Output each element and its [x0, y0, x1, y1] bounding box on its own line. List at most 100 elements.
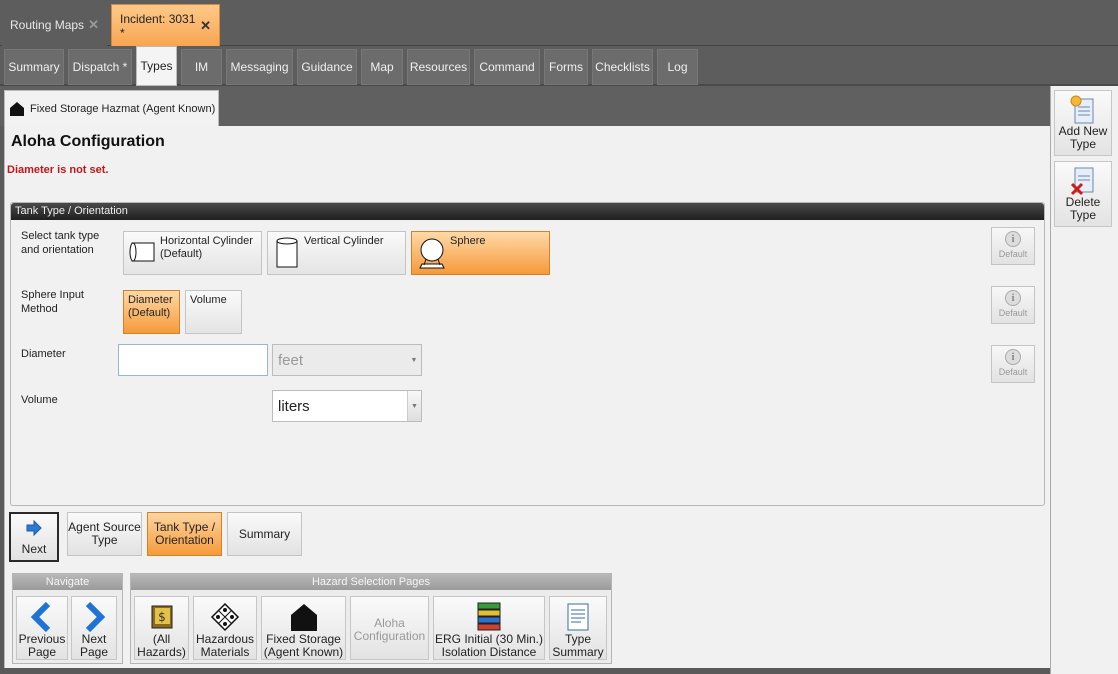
- option-label: Sphere: [450, 235, 486, 247]
- fixed-storage-button[interactable]: Fixed Storage (Agent Known): [261, 596, 346, 660]
- button-label: (All Hazards): [137, 632, 186, 659]
- option-label: Volume: [190, 294, 227, 306]
- hazmat-diamond-icon: [210, 602, 240, 631]
- agent-source-type-button[interactable]: Agent Source Type: [67, 512, 142, 556]
- diameter-method-button[interactable]: Diameter (Default): [123, 290, 180, 334]
- books-stack-icon: [477, 602, 501, 630]
- add-new-type-button[interactable]: Add New Type: [1054, 90, 1112, 156]
- volume-label: Volume: [21, 394, 58, 406]
- tab-map[interactable]: Map: [361, 49, 403, 85]
- tab-checklists[interactable]: Checklists: [592, 49, 653, 85]
- button-label: ERG Initial (30 Min.) Isolation Distance: [434, 632, 544, 659]
- svg-text:$: $: [158, 610, 166, 624]
- button-label: Next Page: [79, 632, 109, 659]
- main-panel: Aloha Configuration Diameter is not set.…: [4, 126, 1050, 668]
- tab-label: Incident: 3031 *: [120, 11, 196, 40]
- diameter-label: Diameter: [21, 348, 66, 360]
- type-tab-label: Fixed Storage Hazmat (Agent Known): [30, 102, 216, 115]
- sphere-tank-icon: [419, 238, 445, 269]
- diameter-input[interactable]: [118, 344, 268, 376]
- tank-type-label: Select tank type and orientation: [21, 230, 100, 256]
- all-hazards-button[interactable]: $ (All Hazards): [134, 596, 189, 660]
- next-page-button[interactable]: Next Page: [71, 596, 117, 660]
- side-panel: Add New Type Delete Type: [1050, 86, 1118, 674]
- type-summary-button[interactable]: Type Summary: [549, 596, 607, 660]
- tab-im[interactable]: IM: [181, 49, 222, 85]
- tab-routing-maps[interactable]: Routing Maps ✕: [2, 4, 107, 46]
- validation-error: Diameter is not set.: [7, 164, 109, 176]
- tab-log[interactable]: Log: [657, 49, 698, 85]
- tab-incident[interactable]: Incident: 3031 * ✕: [111, 4, 220, 46]
- chevron-down-icon: ▼: [407, 391, 421, 421]
- erg-initial-isolation-button[interactable]: ERG Initial (30 Min.) Isolation Distance: [433, 596, 545, 660]
- default-button[interactable]: i Default: [991, 345, 1035, 383]
- navigate-group: Navigate Previous Page Next Page: [12, 573, 123, 664]
- building-icon: [290, 603, 317, 631]
- select-value: feet: [278, 351, 304, 369]
- tank-type-orientation-button[interactable]: Tank Type / Orientation: [147, 512, 222, 556]
- option-label: Horizontal Cylinder (Default): [160, 235, 253, 260]
- summary-button[interactable]: Summary: [227, 512, 302, 556]
- option-label: Vertical Cylinder: [304, 235, 384, 247]
- button-label: Hazardous Materials: [195, 632, 255, 659]
- tab-resources[interactable]: Resources: [407, 49, 470, 85]
- default-button[interactable]: i Default: [991, 227, 1035, 265]
- default-label: Default: [998, 308, 1028, 318]
- add-document-icon: [1070, 95, 1094, 124]
- close-icon[interactable]: ✕: [200, 18, 211, 34]
- tab-guidance[interactable]: Guidance: [297, 49, 357, 85]
- info-icon: i: [1005, 349, 1021, 365]
- aloha-configuration-button[interactable]: Aloha Configuration: [350, 596, 429, 660]
- hazardous-materials-button[interactable]: Hazardous Materials: [193, 596, 257, 660]
- option-label: Diameter (Default): [128, 294, 173, 319]
- info-icon: i: [1005, 290, 1021, 306]
- document-icon: [567, 603, 589, 630]
- building-icon: [10, 101, 24, 116]
- button-label: Fixed Storage (Agent Known): [263, 632, 344, 659]
- book-icon: $: [151, 605, 172, 628]
- hazard-selection-group: Hazard Selection Pages $ (All Hazards) H…: [130, 573, 612, 664]
- vertical-cylinder-button[interactable]: Vertical Cylinder: [267, 231, 406, 275]
- group-header: Navigate: [13, 574, 122, 590]
- default-label: Default: [998, 367, 1028, 377]
- diameter-unit-select: feet ▼: [272, 344, 422, 376]
- incident-section-tabs: Summary Dispatch * Types IM Messaging Gu…: [0, 46, 1118, 86]
- button-label: Add New Type: [1058, 124, 1108, 151]
- sphere-input-label: Sphere Input Method: [21, 289, 84, 315]
- tab-label: Routing Maps: [10, 18, 85, 32]
- sphere-button[interactable]: Sphere: [411, 231, 550, 275]
- button-label: Type Summary: [552, 632, 604, 659]
- group-header: Hazard Selection Pages: [131, 574, 611, 590]
- close-icon[interactable]: ✕: [88, 17, 99, 33]
- volume-unit-select[interactable]: liters ▼: [272, 390, 422, 422]
- tab-forms[interactable]: Forms: [544, 49, 588, 85]
- arrow-right-icon: [26, 519, 42, 537]
- horizontal-cylinder-icon: [129, 242, 155, 262]
- next-step-button[interactable]: Next: [9, 512, 59, 562]
- default-label: Default: [998, 249, 1028, 259]
- previous-page-button[interactable]: Previous Page: [16, 596, 68, 660]
- chevron-right-icon: [85, 601, 106, 632]
- tab-types[interactable]: Types: [136, 46, 177, 86]
- default-button[interactable]: i Default: [991, 286, 1035, 324]
- button-label: Previous Page: [18, 632, 66, 659]
- delete-type-button[interactable]: Delete Type: [1054, 161, 1112, 227]
- tab-command[interactable]: Command: [474, 49, 540, 85]
- volume-method-button[interactable]: Volume: [185, 290, 242, 334]
- document-tab-strip: Routing Maps ✕ Incident: 3031 * ✕: [0, 0, 1118, 46]
- info-icon: i: [1005, 231, 1021, 247]
- page-title: Aloha Configuration: [11, 133, 165, 150]
- tab-messaging[interactable]: Messaging: [226, 49, 293, 85]
- tab-summary[interactable]: Summary: [4, 49, 64, 85]
- chevron-down-icon: ▼: [410, 356, 418, 364]
- tab-dispatch[interactable]: Dispatch *: [68, 49, 132, 85]
- type-tab-fixed-storage[interactable]: Fixed Storage Hazmat (Agent Known): [4, 90, 219, 126]
- select-value: liters: [278, 397, 310, 415]
- next-label: Next: [21, 542, 47, 556]
- chevron-left-icon: [30, 601, 51, 632]
- button-label: Aloha Configuration: [353, 615, 426, 643]
- group-header: Tank Type / Orientation: [11, 203, 1044, 220]
- horizontal-cylinder-button[interactable]: Horizontal Cylinder (Default): [123, 231, 262, 275]
- type-tab-strip: Fixed Storage Hazmat (Agent Known): [0, 86, 1050, 126]
- vertical-cylinder-icon: [276, 237, 298, 268]
